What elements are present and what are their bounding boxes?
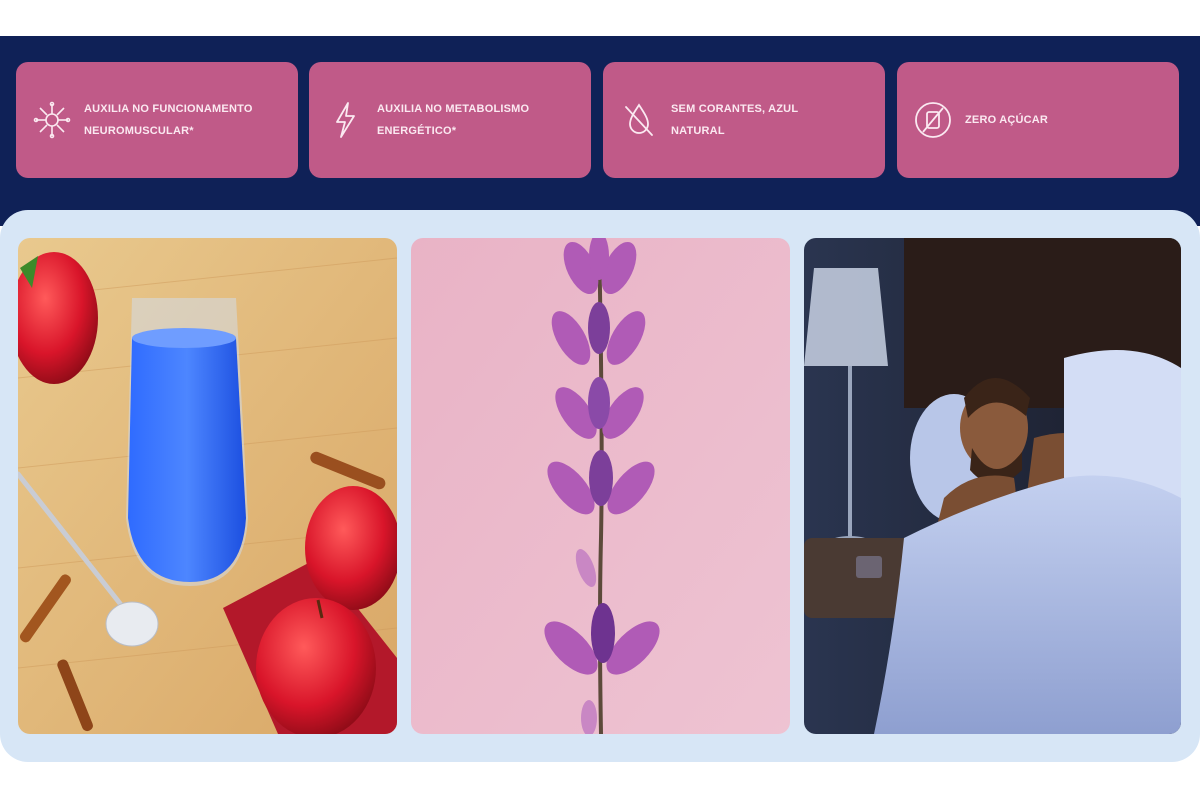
benefit-label: Auxilia no funcionamento neuromuscular* — [84, 103, 253, 137]
benefits-band: Auxilia no funcionamento neuromuscular* … — [0, 36, 1200, 226]
benefit-card-zero-sugar: Zero açúcar — [897, 62, 1179, 178]
benefit-card-energy: Auxilia no metabolismo energético* — [309, 62, 591, 178]
lavender-flower-photo — [411, 238, 790, 734]
benefit-label: Sem corantes, azul natural — [671, 103, 799, 137]
photo-panel — [0, 210, 1200, 762]
lightning-bolt-icon — [325, 100, 365, 140]
man-sleeping-photo — [804, 238, 1181, 734]
benefit-card-neuromuscular: Auxilia no funcionamento neuromuscular* — [16, 62, 298, 178]
bottom-spacer — [0, 762, 1200, 800]
benefit-label: Auxilia no metabolismo energético* — [377, 103, 530, 137]
blue-drink-apples-photo — [18, 238, 397, 734]
top-spacer — [0, 0, 1200, 36]
benefit-label: Zero açúcar — [965, 114, 1049, 126]
neuromuscular-icon — [32, 100, 72, 140]
no-drop-icon — [619, 100, 659, 140]
benefits-row: Auxilia no funcionamento neuromuscular* … — [0, 36, 1200, 226]
no-sugar-icon — [913, 100, 953, 140]
benefit-card-natural-color: Sem corantes, azul natural — [603, 62, 885, 178]
